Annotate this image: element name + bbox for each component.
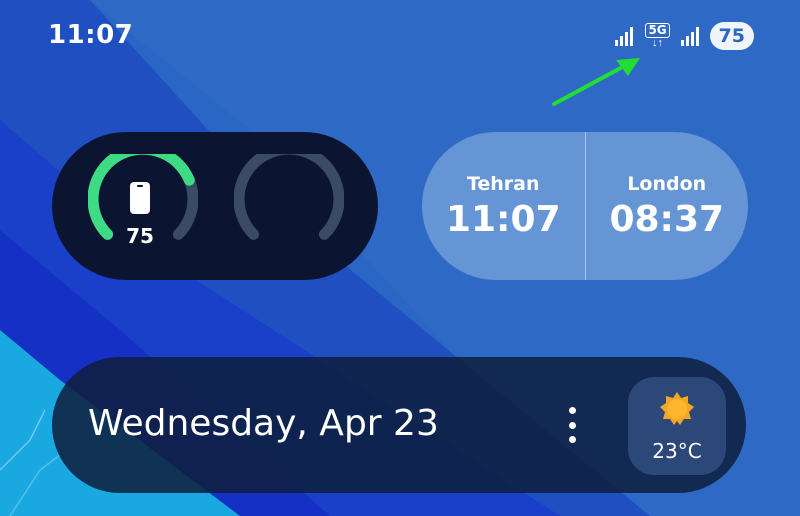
home-screen: 11:07 5G ↓↑ 75 75 Tehran 11:07 London 08… [0, 0, 800, 516]
status-bar-icons: 5G ↓↑ 75 [614, 22, 754, 50]
5g-network-icon: 5G ↓↑ [644, 23, 672, 49]
sun-icon [660, 392, 694, 425]
date-weather-widget[interactable]: Wednesday, Apr 23 23°C [52, 357, 746, 493]
battery-ring-empty [234, 154, 344, 240]
signal-bars-icon [614, 27, 633, 46]
city-name: London [627, 172, 707, 195]
annotation-arrow-icon [552, 58, 640, 106]
phone-battery-level: 75 [126, 224, 154, 248]
world-clock-widget[interactable]: Tehran 11:07 London 08:37 [422, 132, 748, 280]
status-bar-time: 11:07 [48, 20, 134, 50]
battery-widget[interactable]: 75 [52, 132, 378, 280]
clock-tehran[interactable]: Tehran 11:07 [422, 132, 585, 280]
temperature-label: 23°C [652, 439, 702, 463]
city-name: Tehran [466, 172, 540, 195]
data-activity-icon: ↓↑ [652, 37, 664, 49]
more-vertical-icon[interactable] [560, 407, 584, 443]
battery-indicator: 75 [709, 22, 754, 50]
clock-london[interactable]: London 08:37 [586, 132, 749, 280]
signal-bars-icon [680, 27, 699, 46]
date-label[interactable]: Wednesday, Apr 23 [88, 403, 439, 444]
weather-tile[interactable]: 23°C [628, 377, 726, 475]
city-time: 08:37 [609, 198, 725, 240]
city-time: 11:07 [445, 198, 561, 240]
network-type-label: 5G [645, 23, 670, 38]
phone-icon [130, 182, 150, 214]
